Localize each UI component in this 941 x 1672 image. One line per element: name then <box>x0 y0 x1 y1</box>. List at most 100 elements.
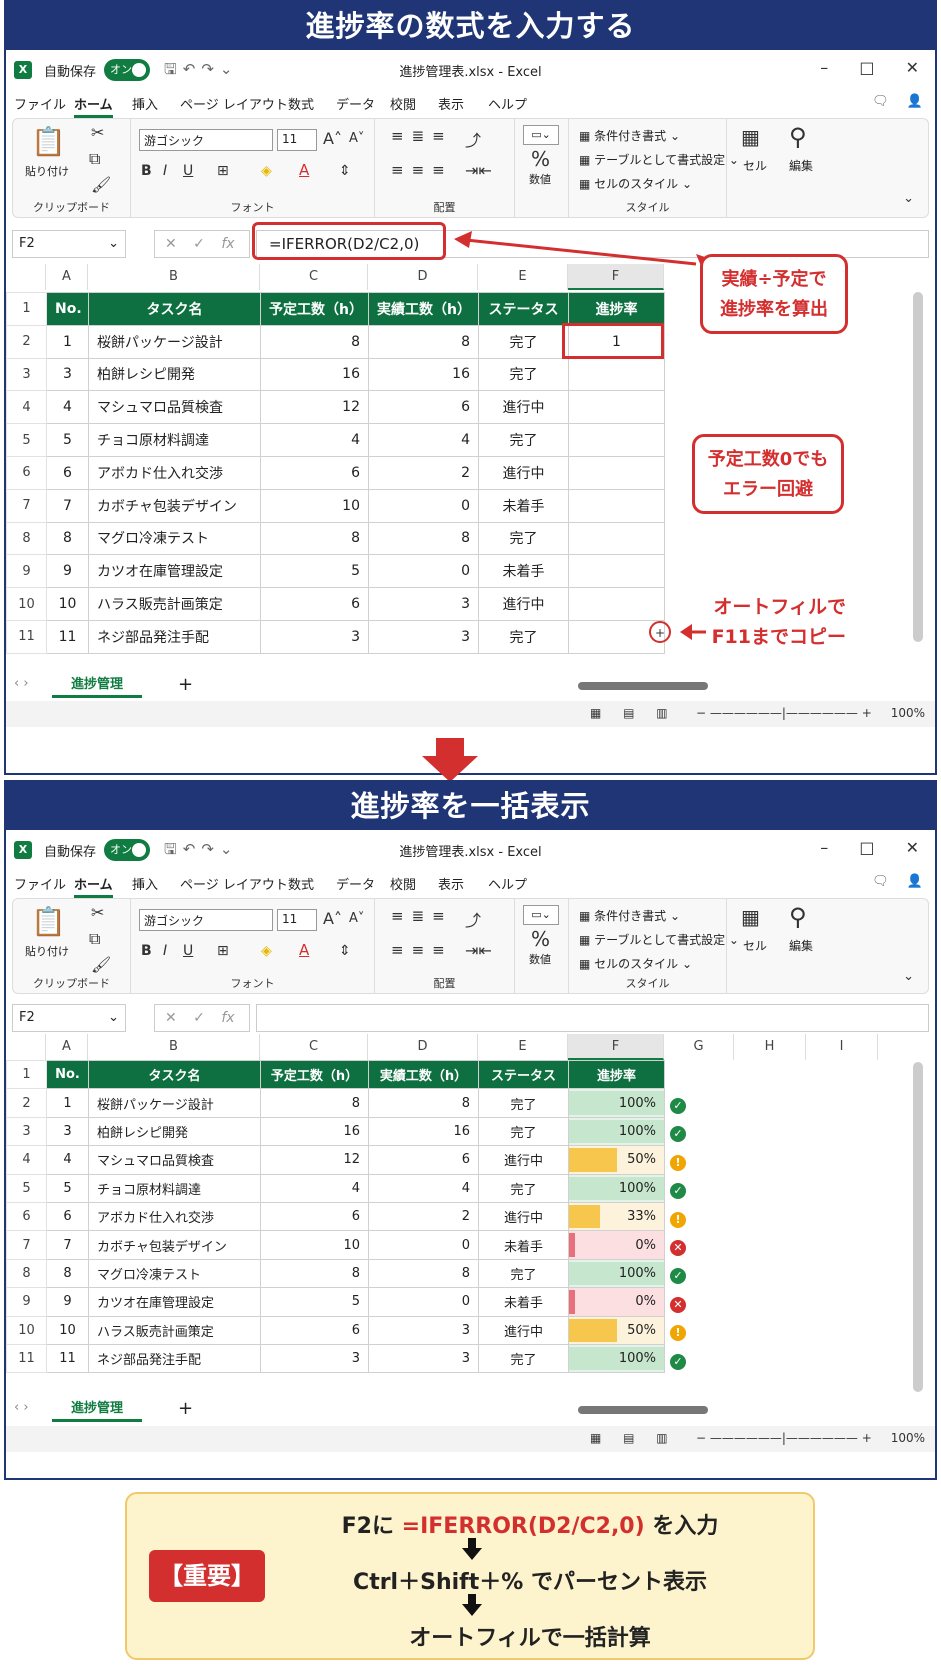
cell-no[interactable]: 5 <box>46 1173 89 1203</box>
editing-icon[interactable]: ⚲ <box>789 903 807 931</box>
cell-progress[interactable]: 0% <box>568 1230 665 1260</box>
cell-task-name[interactable]: 桜餅パッケージ設計 <box>88 1088 261 1118</box>
cell-plan-hours[interactable]: 4 <box>260 1173 369 1203</box>
cell-actual-hours[interactable]: 8 <box>368 1088 479 1118</box>
cell-styles-button[interactable]: ▦ セルのスタイル ⌄ <box>579 955 692 972</box>
cell-progress[interactable]: 100% <box>568 1088 665 1118</box>
cell-plan-hours[interactable]: 3 <box>260 1343 369 1374</box>
horizontal-scrollbar[interactable] <box>578 1406 708 1414</box>
col-header-h[interactable]: H <box>734 1034 806 1060</box>
cell-status[interactable]: 進行中 <box>478 1201 569 1232</box>
cell-actual-hours[interactable]: 16 <box>368 1116 479 1147</box>
borders-icon[interactable]: ⊞ <box>217 943 229 959</box>
font-size-select[interactable]: 11 <box>277 909 317 931</box>
add-sheet-button[interactable]: + <box>178 1398 193 1419</box>
row-header[interactable]: 11 <box>6 1343 47 1374</box>
cell-plan-hours[interactable]: 8 <box>260 1088 369 1118</box>
cell-no[interactable]: 10 <box>46 1315 89 1345</box>
header-task[interactable]: タスク名 <box>88 1059 261 1090</box>
grow-font-icon[interactable]: A˄ <box>323 909 342 928</box>
sheet-nav-icons[interactable]: ‹ › <box>14 1400 29 1415</box>
header-no[interactable]: No. <box>46 1059 89 1090</box>
cell-plan-hours[interactable]: 8 <box>260 1258 369 1289</box>
cell-status[interactable]: 進行中 <box>478 1145 569 1175</box>
cell-actual-hours[interactable]: 4 <box>368 1173 479 1203</box>
formula-buttons[interactable]: ✕ ✓ fx <box>154 1004 250 1032</box>
cell-task-name[interactable]: ハラス販売計画策定 <box>88 1315 261 1345</box>
cell-task-name[interactable]: ネジ部品発注手配 <box>88 1343 261 1374</box>
horizontal-align-icons[interactable]: ≡≡≡ <box>391 941 453 959</box>
col-header-i[interactable]: I <box>806 1034 878 1060</box>
close-button[interactable]: ✕ <box>906 838 919 857</box>
cell-no[interactable]: 3 <box>46 1116 89 1147</box>
bold-icon[interactable]: B <box>141 943 152 959</box>
comment-share-icons[interactable]: 🗨 👤 <box>872 874 923 889</box>
vertical-scrollbar[interactable] <box>913 1062 923 1392</box>
cell-progress[interactable]: 100% <box>568 1173 665 1203</box>
cell-plan-hours[interactable]: 16 <box>260 1116 369 1147</box>
underline-icon[interactable]: U <box>183 943 193 959</box>
cell-progress[interactable]: 100% <box>568 1258 665 1289</box>
row-header[interactable]: 2 <box>6 1088 47 1118</box>
formula-input[interactable] <box>256 1004 929 1032</box>
cell-plan-hours[interactable]: 10 <box>260 1230 369 1260</box>
name-box[interactable]: F2 ⌄ <box>12 1004 126 1032</box>
cell-task-name[interactable]: カツオ在庫管理設定 <box>88 1287 261 1317</box>
menu-insert[interactable]: 挿入 <box>132 874 158 893</box>
cell-actual-hours[interactable]: 0 <box>368 1230 479 1260</box>
cell-status[interactable]: 完了 <box>478 1088 569 1118</box>
cell-task-name[interactable]: アボカド仕入れ交渉 <box>88 1201 261 1232</box>
col-header-a[interactable]: A <box>46 1034 88 1060</box>
cell-status[interactable]: 進行中 <box>478 1315 569 1345</box>
cell-status[interactable]: 完了 <box>478 1258 569 1289</box>
cell-no[interactable]: 8 <box>46 1258 89 1289</box>
col-header-d[interactable]: D <box>368 1034 478 1060</box>
fill-color-icon[interactable]: ◈ <box>261 943 272 959</box>
cell-task-name[interactable]: 柏餅レシピ開発 <box>88 1116 261 1147</box>
wrap-merge-icons[interactable]: ⇥⇤ <box>465 941 492 960</box>
cut-icon[interactable]: ✂ <box>91 903 104 922</box>
paste-label[interactable]: 貼り付け <box>25 943 69 959</box>
window-controls-2[interactable]: – □ ✕ <box>820 838 919 857</box>
cell-no[interactable]: 6 <box>46 1201 89 1232</box>
row-header[interactable]: 5 <box>6 1173 47 1203</box>
col-header-g[interactable]: G <box>664 1034 734 1060</box>
cell-plan-hours[interactable]: 6 <box>260 1315 369 1345</box>
row-header[interactable]: 9 <box>6 1287 47 1317</box>
minimize-button[interactable]: – <box>820 838 828 857</box>
cell-no[interactable]: 11 <box>46 1343 89 1374</box>
menu-data[interactable]: データ <box>336 874 375 893</box>
cell-task-name[interactable]: マシュマロ品質検査 <box>88 1145 261 1175</box>
col-header-c[interactable]: C <box>260 1034 368 1060</box>
orientation-icon[interactable]: ⤴ <box>465 907 481 931</box>
header-status[interactable]: ステータス <box>478 1059 569 1090</box>
menu-help[interactable]: ヘルプ <box>488 874 527 893</box>
copy-icon[interactable]: ⧉ <box>89 929 100 949</box>
cell-status[interactable]: 完了 <box>478 1343 569 1374</box>
maximize-button[interactable]: □ <box>859 838 874 857</box>
header-progress[interactable]: 進捗率 <box>568 1059 665 1090</box>
font-name-select[interactable]: 游ゴシック <box>139 909 273 931</box>
cell-task-name[interactable]: チョコ原材料調達 <box>88 1173 261 1203</box>
row-header[interactable]: 4 <box>6 1145 47 1175</box>
vertical-align-icons[interactable]: ≡≣≡ <box>391 907 453 925</box>
menu-page-layout[interactable]: ページ レイアウト <box>180 874 288 893</box>
cell-progress[interactable]: 0% <box>568 1287 665 1317</box>
menu-view[interactable]: 表示 <box>438 874 464 893</box>
shrink-font-icon[interactable]: A˅ <box>349 911 364 926</box>
cell-actual-hours[interactable]: 0 <box>368 1287 479 1317</box>
zoom-slider[interactable]: − ——————|—————— + <box>696 1431 872 1445</box>
cell-actual-hours[interactable]: 3 <box>368 1343 479 1374</box>
row-header[interactable]: 7 <box>6 1230 47 1260</box>
cell-progress[interactable]: 50% <box>568 1145 665 1175</box>
cells-label[interactable]: セル <box>743 937 767 954</box>
cell-progress[interactable]: 33% <box>568 1201 665 1232</box>
cell-status[interactable]: 未着手 <box>478 1230 569 1260</box>
row-header[interactable]: 6 <box>6 1201 47 1232</box>
format-painter-icon[interactable]: 🖌 <box>91 955 111 974</box>
col-header-b[interactable]: B <box>88 1034 260 1060</box>
cell-status[interactable]: 完了 <box>478 1173 569 1203</box>
percent-style-icon[interactable]: % <box>531 927 550 951</box>
paste-icon[interactable]: 📋 <box>31 905 66 938</box>
cond-format-button[interactable]: ▦ 条件付き書式 ⌄ <box>579 907 680 924</box>
